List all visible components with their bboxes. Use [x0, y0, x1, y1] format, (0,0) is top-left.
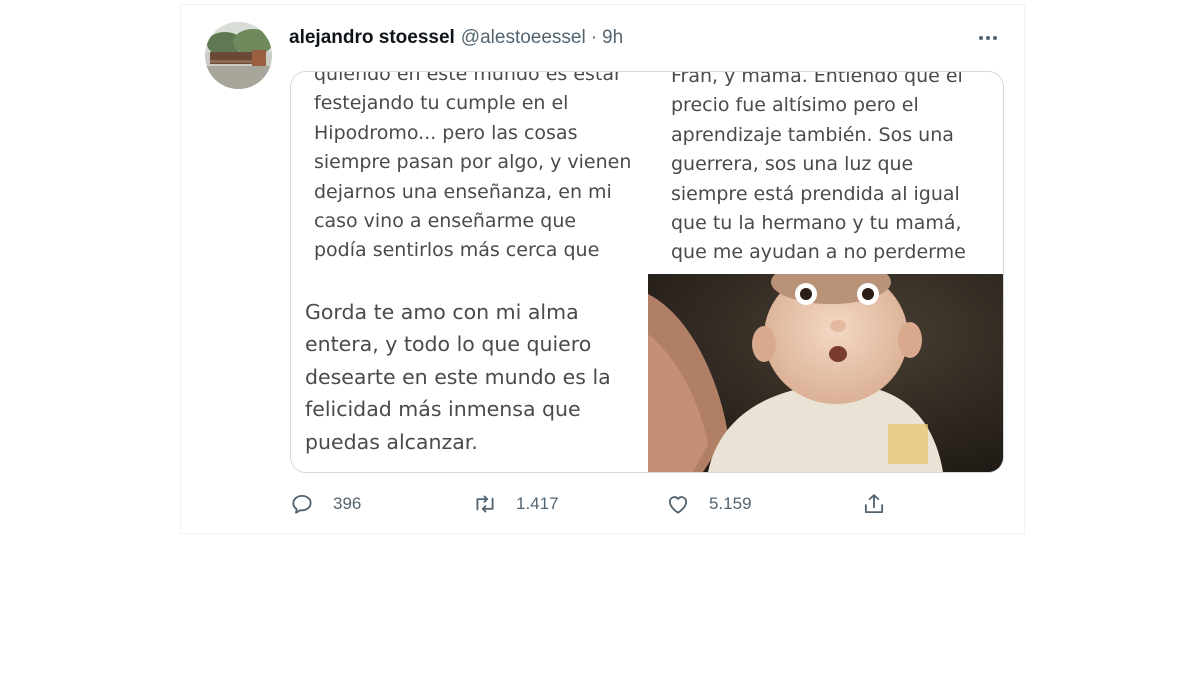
tweet-header: alejandro stoessel @alestoeessel · 9h	[289, 25, 623, 51]
media-image-2[interactable]: Fran, y mamá. Entiendo que el precio fue…	[648, 72, 1003, 272]
avatar[interactable]	[205, 22, 272, 89]
media-image-3-text: Gorda te amo con mi alma entera, y todo …	[305, 300, 611, 454]
share-button[interactable]	[861, 489, 887, 519]
like-count: 5.159	[709, 494, 752, 513]
retweet-button[interactable]: 1.417	[472, 489, 559, 519]
reply-icon	[292, 494, 312, 514]
retweet-count: 1.417	[516, 494, 559, 513]
share-icon	[864, 494, 884, 514]
tweet-media-grid: quiendo en este mundo es estar festejand…	[290, 71, 1004, 473]
tweet-time[interactable]: 9h	[602, 27, 623, 49]
user-handle[interactable]: @alestoeessel	[461, 27, 586, 49]
reply-button[interactable]: 396	[289, 489, 361, 519]
media-image-4[interactable]	[648, 274, 1003, 472]
display-name[interactable]: alejandro stoessel	[289, 27, 455, 49]
baby-photo	[648, 274, 1003, 472]
more-icon[interactable]	[974, 27, 1002, 49]
tweet-card[interactable]: alejandro stoessel @alestoeessel · 9h qu…	[180, 4, 1025, 534]
like-button[interactable]: 5.159	[665, 489, 752, 519]
separator-dot: ·	[590, 27, 598, 48]
retweet-icon	[476, 495, 494, 513]
media-image-2-text: Fran, y mamá. Entiendo que el precio fue…	[671, 72, 966, 264]
avatar-image	[205, 22, 272, 89]
media-image-1-text: quiendo en este mundo es estar festejand…	[314, 72, 632, 262]
media-image-3[interactable]: Gorda te amo con mi alma entera, y todo …	[291, 274, 646, 472]
tweet-actions: 396 1.417 5.159	[289, 489, 899, 519]
reply-count: 396	[333, 494, 362, 513]
heart-icon	[668, 496, 688, 514]
media-image-1[interactable]: quiendo en este mundo es estar festejand…	[291, 72, 646, 272]
